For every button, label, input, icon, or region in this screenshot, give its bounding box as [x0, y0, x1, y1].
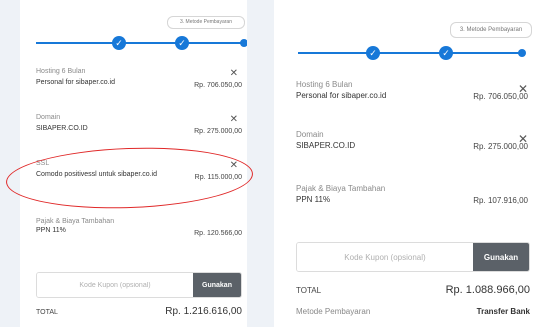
- order-summary-panel-left: 3. Metode Pembayaran ✓ ✓ Hosting 6 Bulan…: [20, 0, 247, 327]
- total-value: Rp. 1.088.966,00: [445, 284, 530, 296]
- item-label: Pajak & Biaya Tambahan: [296, 184, 386, 193]
- item-label: Hosting 6 Bulan: [296, 80, 353, 89]
- step-2-check-icon: ✓: [175, 36, 189, 50]
- item-price: Rp. 275.000,00: [194, 128, 242, 135]
- remove-item-close-icon[interactable]: ✕: [230, 114, 238, 125]
- checkout-progress: ✓ ✓: [298, 46, 528, 60]
- cart-item-hosting: Hosting 6 Bulan Personal for sibaper.co.…: [36, 68, 242, 89]
- item-price: Rp. 115.000,00: [194, 174, 242, 181]
- step-1-check-icon: ✓: [366, 46, 380, 60]
- cart-item-domain: Domain SIBAPER.CO.ID Rp. 275.000,00 ✕: [36, 114, 242, 135]
- item-name: PPN 11%: [36, 227, 66, 234]
- total-row: TOTAL Rp. 1.216.616,00: [36, 306, 242, 317]
- item-name: Personal for sibaper.co.id: [36, 79, 115, 86]
- step-3-current-dot: [240, 39, 247, 47]
- total-value: Rp. 1.216.616,00: [165, 306, 242, 317]
- item-price: Rp. 120.566,00: [194, 230, 242, 237]
- total-label: TOTAL: [296, 286, 322, 295]
- item-price: Rp. 107.916,00: [473, 196, 528, 205]
- payment-method-row: Metode Pembayaran Transfer Bank: [296, 307, 530, 316]
- remove-item-close-icon[interactable]: ✕: [230, 160, 238, 171]
- coupon-form: Gunakan: [36, 272, 242, 298]
- payment-method-label: Metode Pembayaran: [296, 307, 371, 316]
- coupon-input[interactable]: [37, 273, 193, 297]
- step-2-check-icon: ✓: [439, 46, 453, 60]
- item-name: SIBAPER.CO.ID: [36, 125, 88, 132]
- coupon-form: Gunakan: [296, 242, 530, 272]
- cart-item-ssl: SSL Comodo positivessl untuk sibaper.co.…: [36, 160, 242, 181]
- total-label: TOTAL: [36, 309, 58, 316]
- step-badge: 3. Metode Pembayaran: [450, 22, 532, 38]
- apply-coupon-button[interactable]: Gunakan: [193, 273, 241, 297]
- checkout-progress: ✓ ✓: [36, 36, 247, 50]
- item-label: SSL: [36, 160, 50, 167]
- item-label: Hosting 6 Bulan: [36, 68, 86, 75]
- remove-item-close-icon[interactable]: ✕: [230, 68, 238, 79]
- step-3-current-dot: [518, 49, 526, 57]
- item-label: Pajak & Biaya Tambahan: [36, 218, 115, 225]
- cart-item-tax: Pajak & Biaya Tambahan PPN 11% Rp. 107.9…: [296, 184, 528, 205]
- step-badge: 3. Metode Pembayaran: [167, 16, 245, 29]
- cart-item-domain: Domain SIBAPER.CO.ID Rp. 275.000,00 ✕: [296, 130, 528, 151]
- remove-item-close-icon[interactable]: ✕: [518, 82, 528, 96]
- order-summary-panel-right: 3. Metode Pembayaran ✓ ✓ Hosting 6 Bulan…: [274, 0, 537, 327]
- progress-line: [36, 42, 242, 44]
- total-row: TOTAL Rp. 1.088.966,00: [296, 284, 530, 296]
- progress-line: [298, 52, 524, 54]
- item-name: Comodo positivessl untuk sibaper.co.id: [36, 171, 158, 178]
- cart-item-hosting: Hosting 6 Bulan Personal for sibaper.co.…: [296, 80, 528, 101]
- item-price: Rp. 706.050,00: [194, 82, 242, 89]
- cart-item-tax: Pajak & Biaya Tambahan PPN 11% Rp. 120.5…: [36, 218, 242, 237]
- apply-coupon-button[interactable]: Gunakan: [473, 243, 529, 271]
- item-label: Domain: [296, 130, 324, 139]
- payment-method-value: Transfer Bank: [476, 307, 530, 316]
- step-1-check-icon: ✓: [112, 36, 126, 50]
- coupon-input[interactable]: [297, 243, 473, 271]
- remove-item-close-icon[interactable]: ✕: [518, 132, 528, 146]
- item-label: Domain: [36, 114, 61, 121]
